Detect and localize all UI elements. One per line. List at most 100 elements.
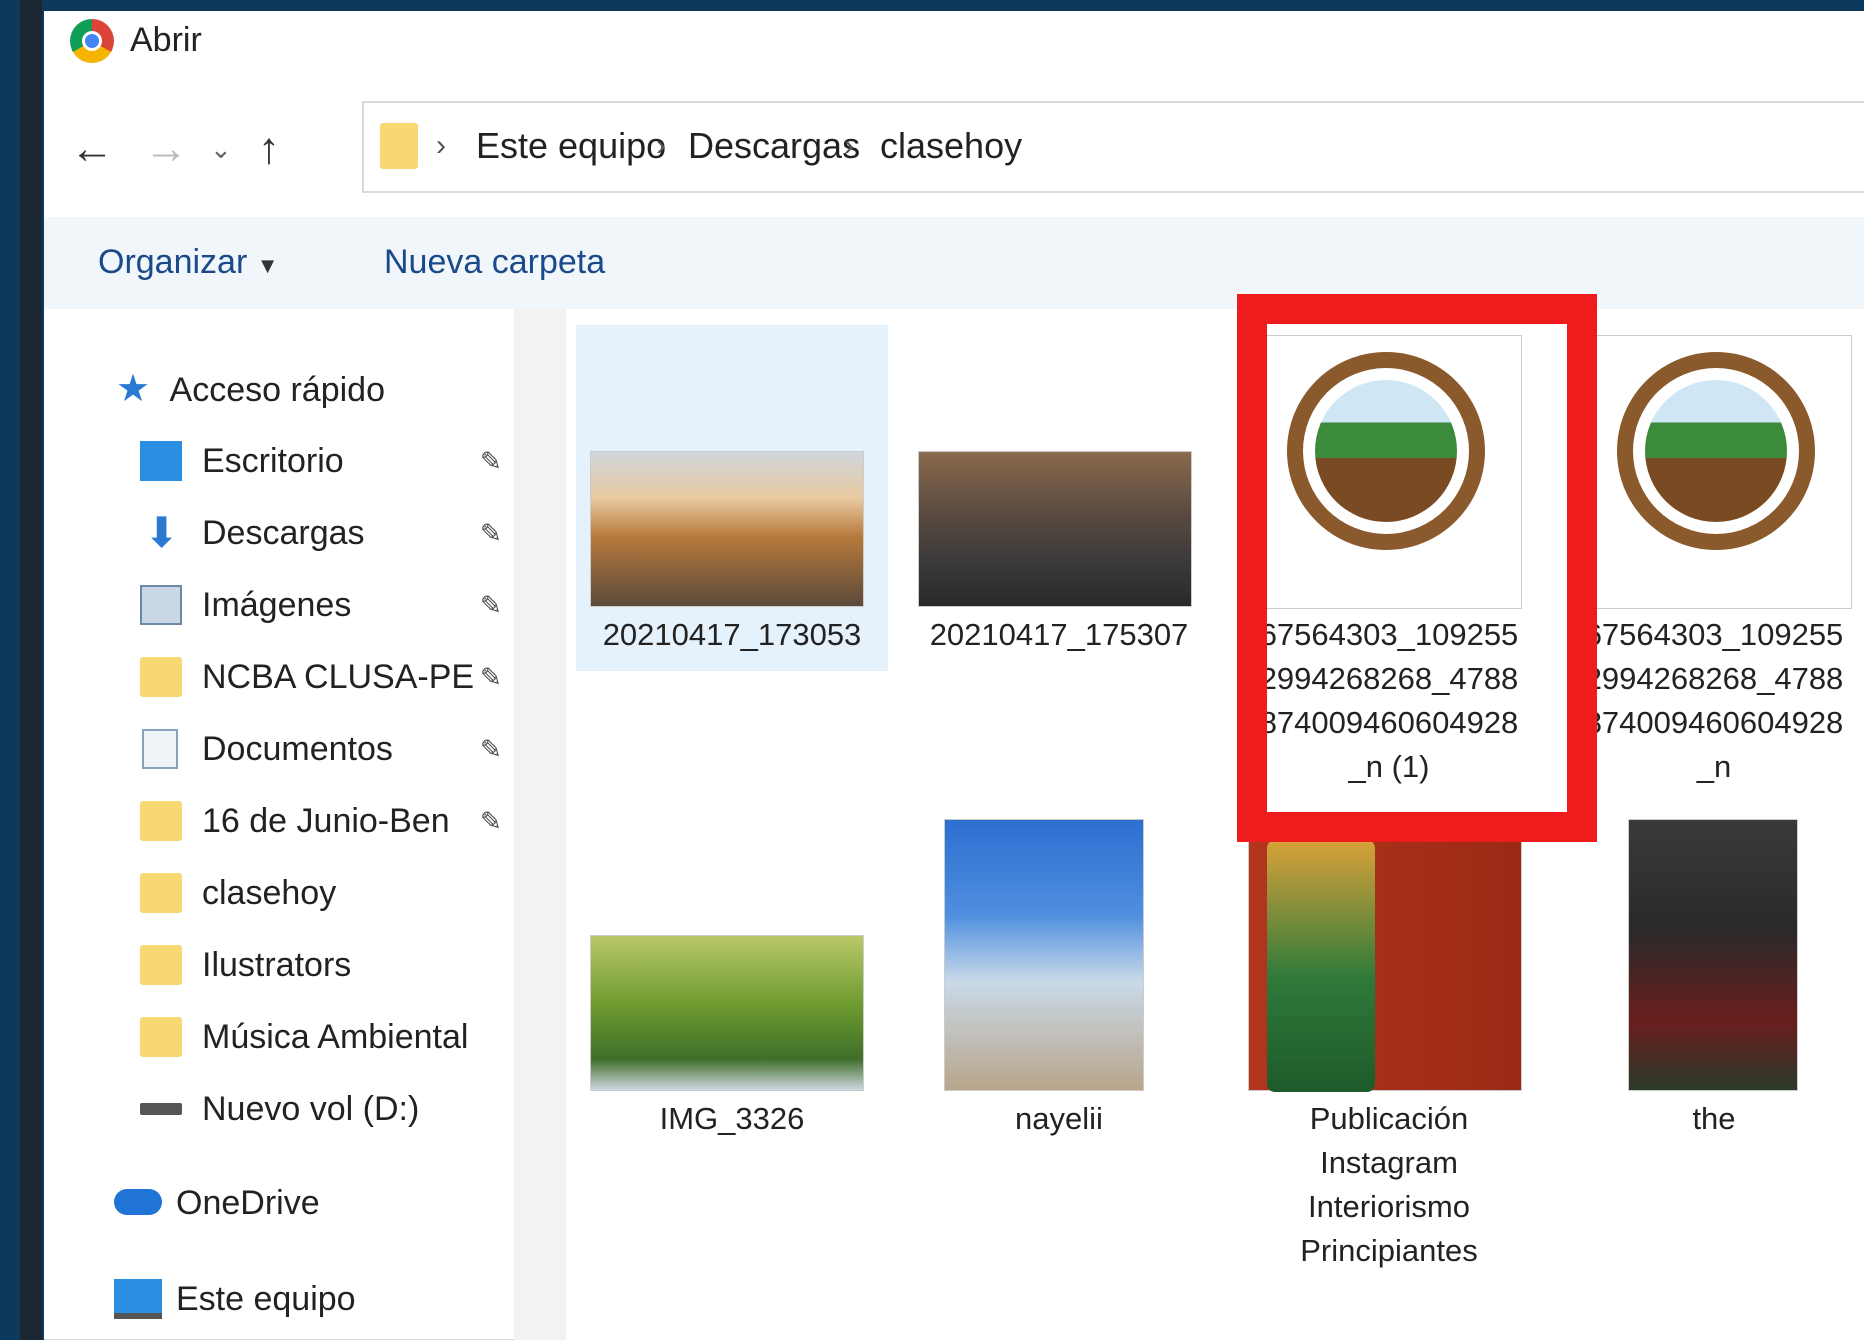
file-tile[interactable]: IMG_3326 bbox=[576, 819, 888, 1179]
sidebar-item-este-equipo[interactable]: Este equipo bbox=[114, 1271, 494, 1327]
folder-icon bbox=[140, 945, 182, 985]
file-tile[interactable]: 20210417_173053 bbox=[576, 325, 888, 671]
file-caption: the bbox=[1564, 1097, 1864, 1141]
caption-line: Principiantes bbox=[1300, 1233, 1478, 1268]
red-highlight-annotation bbox=[1237, 294, 1597, 842]
file-caption: IMG_3326 bbox=[576, 1097, 888, 1141]
sidebar-item-label: Descargas bbox=[202, 514, 365, 552]
thumbnail-image bbox=[944, 819, 1144, 1091]
caption-line: nayelii bbox=[1015, 1101, 1103, 1136]
caption-line: IMG_3326 bbox=[659, 1101, 805, 1136]
pane-divider[interactable] bbox=[514, 309, 566, 1340]
window-title: Abrir bbox=[130, 21, 202, 59]
folder-icon bbox=[140, 1017, 182, 1057]
star-pin-icon: ★ bbox=[116, 368, 151, 410]
caption-line: _n bbox=[1696, 749, 1732, 784]
sidebar-item-label: Documentos bbox=[202, 730, 393, 768]
breadcrumb-separator: › bbox=[656, 129, 666, 162]
pin-icon: ✎ bbox=[480, 806, 502, 836]
folder-icon bbox=[140, 657, 182, 697]
folder-icon bbox=[380, 123, 418, 169]
file-caption: nayelii bbox=[904, 1097, 1214, 1141]
file-tile[interactable]: Publicación Instagram Interiorismo Princ… bbox=[1234, 819, 1544, 1339]
file-tile[interactable]: 20210417_175307 bbox=[904, 325, 1214, 671]
file-tile[interactable]: nayelii bbox=[904, 819, 1214, 1179]
sidebar-item-label: Música Ambiental bbox=[202, 1018, 469, 1056]
sidebar-item-16-de-junio[interactable]: 16 de Junio-Ben ✎ bbox=[140, 793, 520, 849]
breadcrumb-descargas[interactable]: Descargas bbox=[688, 121, 860, 171]
breadcrumb-clasehoy[interactable]: clasehoy bbox=[880, 121, 1022, 171]
up-arrow-icon[interactable]: ↑ bbox=[258, 119, 280, 179]
caption-line: 2994268268_4788 bbox=[1584, 661, 1844, 696]
sidebar-item-onedrive[interactable]: OneDrive bbox=[114, 1175, 494, 1231]
thumbnail-image bbox=[1578, 335, 1852, 609]
organize-button[interactable]: Organizar ▼ bbox=[98, 237, 279, 291]
thumbnail-image bbox=[590, 935, 864, 1091]
drive-icon bbox=[140, 1103, 182, 1115]
caption-line: Publicación bbox=[1309, 1101, 1469, 1136]
caption-line: 20210417_173053 bbox=[602, 617, 862, 652]
thumbnail-image bbox=[1248, 839, 1522, 1092]
sidebar-item-musica-ambiental[interactable]: Música Ambiental bbox=[140, 1009, 520, 1065]
breadcrumb-separator: › bbox=[844, 129, 854, 162]
pin-icon: ✎ bbox=[480, 446, 502, 476]
pin-icon: ✎ bbox=[480, 662, 502, 692]
pin-icon: ✎ bbox=[480, 734, 502, 764]
folder-icon bbox=[140, 873, 182, 913]
chrome-icon bbox=[70, 19, 114, 63]
sidebar-item-escritorio[interactable]: Escritorio ✎ bbox=[140, 433, 520, 489]
open-file-dialog: Abrir ← → ⌄ ↑ › Este equipo › Descargas … bbox=[44, 11, 1864, 1340]
documents-icon bbox=[142, 729, 178, 769]
download-icon: ⬇ bbox=[144, 509, 180, 556]
sidebar-item-label: clasehoy bbox=[202, 874, 337, 912]
file-tile[interactable]: 67564303_109255 2994268268_4788 87400946… bbox=[1564, 325, 1864, 845]
pictures-icon bbox=[140, 585, 182, 625]
title-bar: Abrir bbox=[44, 11, 1864, 77]
caption-line: the bbox=[1692, 1101, 1736, 1136]
navigation-bar: ← → ⌄ ↑ › Este equipo › Descargas › clas… bbox=[44, 77, 1864, 217]
recent-chevron-icon[interactable]: ⌄ bbox=[210, 119, 232, 179]
caption-line: 67564303_109255 bbox=[1584, 617, 1844, 652]
desktop-edge bbox=[20, 0, 42, 1340]
caption-line: 874009460604928 bbox=[1584, 705, 1844, 740]
sidebar-item-label: Este equipo bbox=[176, 1280, 356, 1318]
sidebar-item-label: Acceso rápido bbox=[169, 371, 385, 409]
back-arrow-icon[interactable]: ← bbox=[70, 119, 114, 179]
folder-icon bbox=[140, 801, 182, 841]
sidebar-item-ilustrators[interactable]: Ilustrators bbox=[140, 937, 520, 993]
pin-icon: ✎ bbox=[480, 518, 502, 548]
breadcrumb-este-equipo[interactable]: Este equipo bbox=[476, 121, 666, 171]
address-bar[interactable]: › Este equipo › Descargas › clasehoy bbox=[362, 101, 1864, 193]
file-tile[interactable]: the bbox=[1564, 819, 1864, 1179]
thumbnail-image bbox=[1628, 819, 1798, 1091]
desktop-icon bbox=[140, 441, 182, 481]
sidebar-item-clasehoy[interactable]: clasehoy bbox=[140, 865, 520, 921]
computer-icon bbox=[114, 1279, 162, 1319]
sidebar-item-nuevo-vol[interactable]: Nuevo vol (D:) bbox=[140, 1081, 520, 1137]
thumbnail-image bbox=[590, 451, 864, 607]
sidebar-item-quick-access[interactable]: ★ Acceso rápido bbox=[116, 361, 385, 417]
breadcrumb-separator: › bbox=[436, 129, 446, 162]
caption-line: Instagram bbox=[1320, 1145, 1458, 1180]
sidebar-item-imagenes[interactable]: Imágenes ✎ bbox=[140, 577, 520, 633]
seal-emblem bbox=[1645, 380, 1787, 522]
sidebar-item-label: Imágenes bbox=[202, 586, 352, 624]
caption-line: Interiorismo bbox=[1308, 1189, 1470, 1224]
file-caption: 20210417_173053 bbox=[576, 613, 888, 657]
sidebar-item-label: Ilustrators bbox=[202, 946, 352, 984]
navigation-pane: ★ Acceso rápido Escritorio ✎ ⬇ Descargas… bbox=[44, 309, 514, 1340]
pin-icon: ✎ bbox=[480, 590, 502, 620]
new-folder-button[interactable]: Nueva carpeta bbox=[384, 237, 605, 287]
caption-line: 20210417_175307 bbox=[929, 617, 1189, 652]
sidebar-item-label: Escritorio bbox=[202, 442, 344, 480]
file-grid: 20210417_173053 20210417_175307 67564303… bbox=[566, 309, 1864, 1340]
forward-arrow-icon[interactable]: → bbox=[144, 119, 188, 179]
sidebar-item-label: 16 de Junio-Ben bbox=[202, 802, 450, 840]
coffee-bag-graphic bbox=[1267, 840, 1375, 1092]
sidebar-item-documentos[interactable]: Documentos ✎ bbox=[140, 721, 520, 777]
sidebar-item-ncba-clusa[interactable]: NCBA CLUSA-PE ✎ bbox=[140, 649, 520, 705]
file-caption: Publicación Instagram Interiorismo Princ… bbox=[1234, 1097, 1544, 1273]
sidebar-item-label: OneDrive bbox=[176, 1184, 320, 1222]
sidebar-item-descargas[interactable]: ⬇ Descargas ✎ bbox=[140, 505, 520, 561]
file-caption: 67564303_109255 2994268268_4788 87400946… bbox=[1564, 613, 1864, 789]
